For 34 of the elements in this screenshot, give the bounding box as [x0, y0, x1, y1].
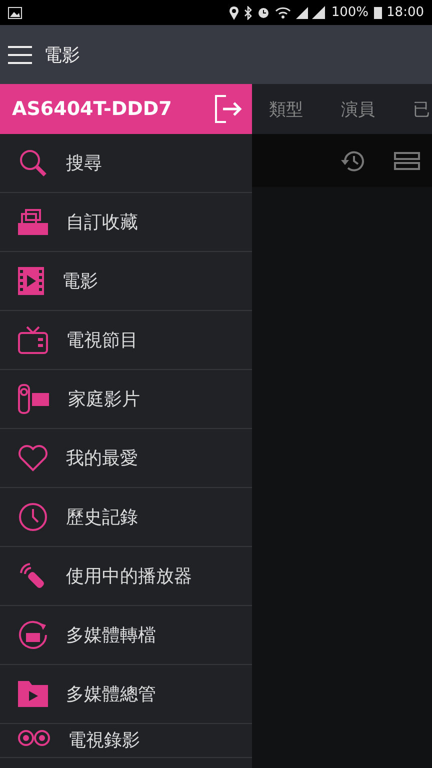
battery-percent: 100%	[331, 5, 369, 20]
drawer-item[interactable]: 電視錄影	[0, 724, 252, 758]
drawer-item[interactable]: 多媒體總管	[0, 665, 252, 724]
alarm-icon	[257, 6, 270, 19]
signal-icon	[296, 6, 326, 19]
category-tab[interactable]: 演員	[341, 98, 375, 120]
image-icon	[8, 6, 22, 18]
app-title: 電影	[44, 44, 80, 66]
wifi-icon	[275, 6, 292, 19]
convert-icon	[18, 620, 48, 650]
list-view-icon[interactable]	[394, 152, 420, 170]
clock-time: 18:00	[386, 5, 424, 20]
menu-icon[interactable]	[8, 44, 32, 64]
drawer-item[interactable]: 自訂收藏	[0, 193, 252, 252]
bluetooth-icon	[244, 6, 252, 20]
record-icon	[18, 728, 50, 748]
search-icon	[18, 148, 48, 178]
camcorder-icon	[18, 384, 50, 414]
folder-icon	[18, 681, 48, 707]
logout-icon[interactable]	[214, 95, 242, 123]
device-name: AS6404T-DDD7	[12, 98, 173, 120]
clock-icon	[18, 502, 48, 532]
drawer-item[interactable]: 家庭影片	[0, 370, 252, 429]
tv-icon	[18, 326, 48, 354]
history-icon[interactable]	[340, 148, 366, 172]
drawer-item[interactable]: 多媒體轉檔	[0, 606, 252, 665]
category-tab[interactable]: 已	[413, 98, 430, 120]
battery-icon	[374, 6, 382, 19]
drawer-item[interactable]: 電影	[0, 252, 252, 311]
location-icon	[229, 6, 240, 20]
tray-icon	[18, 209, 48, 235]
film-icon	[18, 267, 44, 295]
heart-icon	[18, 444, 48, 472]
category-tab[interactable]: 類型	[269, 98, 303, 120]
